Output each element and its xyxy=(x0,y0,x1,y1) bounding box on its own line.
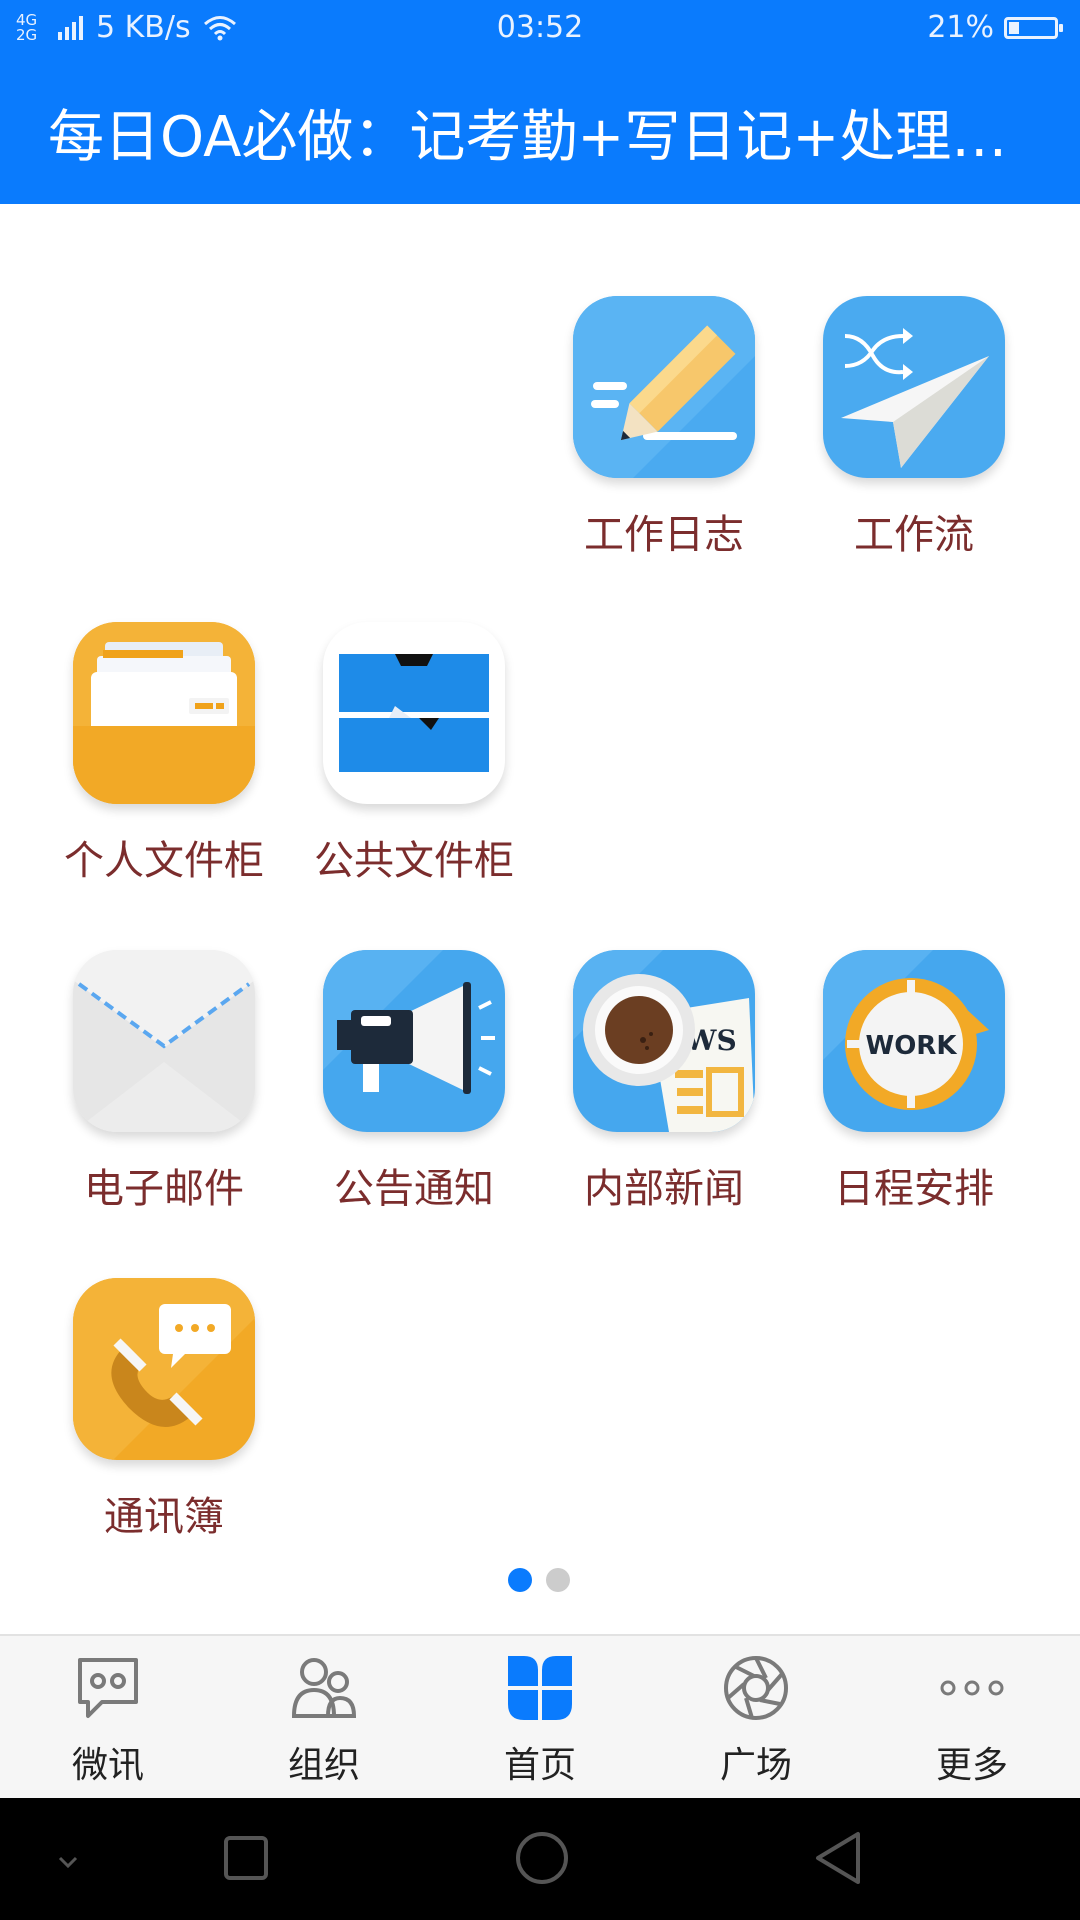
app-label: 电子邮件 xyxy=(84,1166,244,1212)
public-file-cabinet-icon xyxy=(323,622,505,804)
app-internal-news[interactable]: WS 内部新闻 xyxy=(536,950,786,1212)
battery-percent: 21% xyxy=(927,10,994,45)
chat-bubble-icon xyxy=(78,1658,138,1718)
status-time: 03:52 xyxy=(496,10,584,45)
tab-label: 广场 xyxy=(719,1745,792,1786)
recent-apps-icon[interactable] xyxy=(206,1818,286,1898)
coffee-news-icon: WS xyxy=(573,950,755,1132)
page-dot-active[interactable] xyxy=(508,1568,532,1592)
tab-label: 微讯 xyxy=(71,1745,144,1786)
app-grid: 工作日志 工作流 个人文件柜 公共文件柜 电子邮件 公告通知 WS 内部新闻 W… xyxy=(0,204,1080,1634)
app-announcements[interactable]: 公告通知 xyxy=(286,950,536,1212)
tab-label: 首页 xyxy=(503,1745,576,1786)
page-indicator xyxy=(0,1568,1080,1598)
more-dots-icon xyxy=(940,1680,1004,1696)
app-label: 通讯簿 xyxy=(104,1494,224,1540)
app-schedule[interactable]: WORK 日程安排 xyxy=(786,950,1036,1212)
tab-more[interactable]: 更多 xyxy=(864,1636,1080,1800)
chevron-down-icon[interactable] xyxy=(28,1818,108,1898)
app-label: 工作日志 xyxy=(584,512,744,558)
pencil-journal-icon xyxy=(573,296,755,478)
home-circle-icon[interactable] xyxy=(502,1818,582,1898)
status-bar: 4G 2G 5 KB/s 03:52 21% xyxy=(0,0,1080,58)
app-email[interactable]: 电子邮件 xyxy=(36,950,286,1212)
app-address-book[interactable]: 通讯簿 xyxy=(36,1278,286,1540)
back-triangle-icon[interactable] xyxy=(800,1818,880,1898)
home-grid-icon xyxy=(508,1656,572,1720)
app-public-file-cabinet[interactable]: 公共文件柜 xyxy=(286,622,536,884)
app-work-log[interactable]: 工作日志 xyxy=(536,296,786,558)
envelope-icon xyxy=(73,950,255,1132)
tab-organization[interactable]: 组织 xyxy=(216,1636,432,1800)
app-label: 日程安排 xyxy=(834,1166,994,1212)
tab-home[interactable]: 首页 xyxy=(432,1636,648,1800)
app-label: 个人文件柜 xyxy=(64,838,264,884)
app-label: 工作流 xyxy=(854,512,974,558)
tab-weixun[interactable]: 微讯 xyxy=(0,1636,216,1800)
page-dot[interactable] xyxy=(546,1568,570,1592)
people-icon xyxy=(291,1658,357,1718)
paper-plane-icon xyxy=(823,296,1005,478)
work-badge-text: WORK xyxy=(866,1031,958,1061)
phone-book-icon xyxy=(73,1278,255,1460)
app-personal-file-cabinet[interactable]: 个人文件柜 xyxy=(36,622,286,884)
system-nav-bar xyxy=(0,1798,1080,1920)
battery-icon xyxy=(1004,16,1063,39)
bottom-tab-bar: 微讯 组织 首页 广场 更多 xyxy=(0,1634,1080,1800)
app-header: 每日OA必做：记考勤+写日记+处理… xyxy=(0,58,1080,204)
tab-label: 组织 xyxy=(287,1745,360,1786)
header-banner-title[interactable]: 每日OA必做：记考勤+写日记+处理… xyxy=(48,92,1048,173)
megaphone-icon xyxy=(323,950,505,1132)
tab-label: 更多 xyxy=(935,1745,1008,1786)
aperture-icon xyxy=(724,1656,788,1720)
app-workflow[interactable]: 工作流 xyxy=(786,296,1036,558)
work-clock-icon: WORK xyxy=(823,950,1005,1132)
personal-file-cabinet-icon xyxy=(73,622,255,804)
tab-square[interactable]: 广场 xyxy=(648,1636,864,1800)
app-label: 公告通知 xyxy=(334,1166,494,1212)
app-label: 公共文件柜 xyxy=(314,838,514,884)
app-label: 内部新闻 xyxy=(584,1166,744,1212)
